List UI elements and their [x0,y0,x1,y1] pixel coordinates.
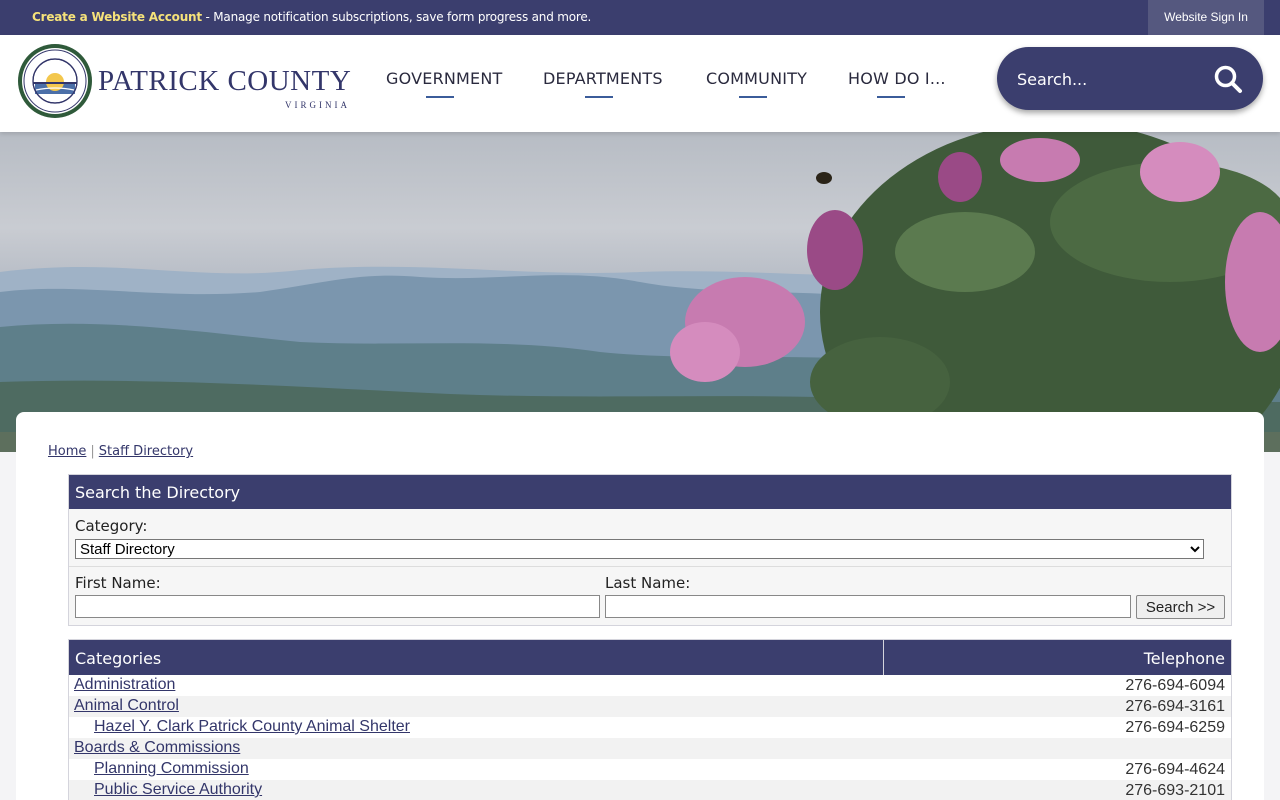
first-name-label: First Name: [75,574,161,592]
brand[interactable]: PATRICK COUNTY VIRGINIA [98,65,352,110]
breadcrumb-separator: | [90,444,95,459]
name-row: First Name: Last Name: Search >> [69,567,1231,625]
county-name: PATRICK COUNTY [98,65,352,97]
category-select[interactable]: Staff Directory [75,539,1204,559]
nav-government[interactable]: GOVERNMENT [386,69,503,101]
telephone: 276-694-6094 [1125,677,1225,694]
hero-banner [0,132,1280,452]
create-account-link[interactable]: Create a Website Account [32,10,202,24]
nav-how-do-i-label: HOW DO I... [848,69,946,88]
account-message-text: - Manage notification subscriptions, sav… [201,10,592,24]
search-button[interactable]: Search >> [1136,595,1225,619]
state-name: VIRGINIA [285,100,350,110]
category-label: Category: [75,517,148,535]
column-divider [883,640,884,675]
table-row: Planning Commission 276-694-4624 [69,759,1231,780]
last-name-label: Last Name: [605,574,691,592]
column-header-telephone: Telephone [1143,649,1225,668]
breadcrumb-staff-directory[interactable]: Staff Directory [99,444,193,459]
first-name-input[interactable] [75,595,600,618]
account-message: Create a Website Account - Manage notifi… [32,10,591,24]
category-link[interactable]: Boards & Commissions [74,739,240,757]
telephone: 276-694-6259 [1125,719,1225,736]
table-row: Hazel Y. Clark Patrick County Animal She… [69,717,1231,738]
site-search [997,47,1263,110]
telephone: 276-694-3161 [1125,698,1225,715]
hero-landscape-image [0,132,1280,452]
column-header-categories: Categories [75,649,162,668]
nav-departments[interactable]: DEPARTMENTS [543,69,663,101]
table-row: Animal Control 276-694-3161 [69,696,1231,717]
category-link[interactable]: Animal Control [74,697,179,715]
search-icon[interactable] [1213,64,1243,94]
search-input[interactable] [1017,66,1197,92]
nav-underline [877,96,905,98]
category-row: Category: Staff Directory [69,509,1231,567]
subcategory-link[interactable]: Planning Commission [94,760,249,778]
table-header: Categories Telephone [69,640,1231,675]
nav-government-label: GOVERNMENT [386,69,503,88]
breadcrumb-home[interactable]: Home [48,444,86,459]
website-sign-in-button[interactable]: Website Sign In [1148,0,1264,35]
nav-community-label: COMMUNITY [706,69,808,88]
subcategory-link[interactable]: Hazel Y. Clark Patrick County Animal She… [94,718,410,736]
categories-table: Categories Telephone Administration 276-… [68,639,1232,800]
nav-how-do-i[interactable]: HOW DO I... [848,69,946,101]
nav-underline [426,96,454,98]
telephone: 276-694-4624 [1125,761,1225,778]
county-seal-logo[interactable] [16,42,94,120]
table-row: Public Service Authority 276-693-2101 [69,780,1231,800]
table-row: Boards & Commissions [69,738,1231,759]
last-name-input[interactable] [605,595,1131,618]
site-header: PATRICK COUNTY VIRGINIA GOVERNMENT DEPAR… [0,35,1280,132]
nav-underline [585,96,613,98]
directory-search-panel: Search the Directory Category: Staff Dir… [68,474,1232,626]
utility-bar: Create a Website Account - Manage notifi… [0,0,1280,35]
directory-search-title: Search the Directory [69,475,1231,509]
category-link[interactable]: Administration [74,676,175,694]
nav-departments-label: DEPARTMENTS [543,69,663,88]
telephone: 276-693-2101 [1125,782,1225,799]
nav-underline [739,96,767,98]
content-card: Home | Staff Directory Search the Director… [16,412,1264,800]
breadcrumb: Home | Staff Directory [48,444,193,459]
table-row: Administration 276-694-6094 [69,675,1231,696]
subcategory-link[interactable]: Public Service Authority [94,781,262,799]
nav-community[interactable]: COMMUNITY [706,69,807,101]
